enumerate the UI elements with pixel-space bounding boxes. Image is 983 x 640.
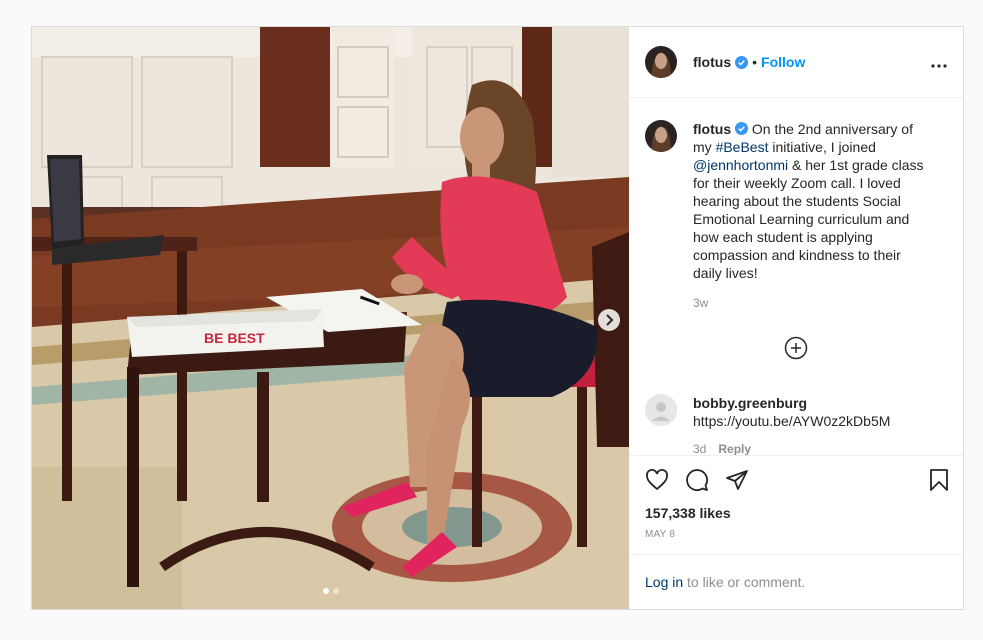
comment-meta: 3d Reply: [693, 442, 947, 455]
caption-body-2: initiative, I joined: [768, 139, 876, 155]
comment-icon[interactable]: [685, 468, 709, 492]
post-photo[interactable]: BE BEST: [32, 27, 629, 609]
hashtag-link[interactable]: #BeBest: [716, 139, 769, 155]
caption: flotus On the 2nd anniversary of my #BeB…: [645, 120, 947, 282]
caption-avatar[interactable]: [645, 120, 677, 152]
heart-icon[interactable]: [645, 468, 669, 492]
caption-text: flotus On the 2nd anniversary of my #BeB…: [693, 120, 933, 282]
login-prompt-text: to like or comment.: [683, 574, 806, 590]
author-avatar[interactable]: [645, 46, 677, 78]
comment-timestamp[interactable]: 3d: [693, 442, 706, 455]
comments-section[interactable]: flotus On the 2nd anniversary of my #BeB…: [629, 98, 963, 455]
commenter-avatar[interactable]: [645, 394, 677, 426]
comment-body: https://youtu.be/AYW0z2kDb5M: [693, 413, 891, 429]
reply-button[interactable]: Reply: [718, 442, 751, 455]
login-link[interactable]: Log in: [645, 574, 683, 590]
author-username[interactable]: flotus: [693, 54, 731, 70]
share-icon[interactable]: [725, 468, 749, 492]
photo-scene: BE BEST: [32, 27, 629, 609]
carousel-indicator: [32, 588, 629, 594]
verified-badge-icon: [735, 55, 749, 69]
comment-item: bobby.greenburg https://youtu.be/AYW0z2k…: [645, 394, 947, 430]
instagram-post: BE BEST flotus • Follow flotus On the 2n…: [31, 26, 964, 610]
follow-button[interactable]: Follow: [761, 54, 805, 70]
load-more-comments-icon: [784, 336, 808, 360]
photo-bag-text: BE BEST: [204, 330, 265, 346]
carousel-dot: [332, 588, 339, 594]
post-header: flotus • Follow: [629, 27, 963, 98]
comment-text: bobby.greenburg https://youtu.be/AYW0z2k…: [693, 394, 933, 430]
avatar-photo: [645, 46, 677, 78]
action-bar: [629, 455, 963, 503]
avatar-photo: [645, 120, 677, 152]
default-avatar-icon: [645, 394, 677, 426]
load-more-comments-button[interactable]: [645, 336, 947, 360]
mention-link[interactable]: @jennhortonmi: [693, 157, 788, 173]
verified-badge-icon: [735, 122, 748, 135]
caption-username[interactable]: flotus: [693, 121, 731, 137]
login-prompt: Log in to like or comment.: [629, 554, 963, 609]
header-separator: •: [752, 54, 758, 70]
more-options-icon[interactable]: [931, 52, 947, 73]
bookmark-icon[interactable]: [927, 468, 951, 492]
carousel-dot-active: [322, 588, 329, 594]
post-date[interactable]: MAY 8: [629, 529, 963, 540]
caption-body-3: & her 1st grade class for their weekly Z…: [693, 157, 924, 281]
commenter-username[interactable]: bobby.greenburg: [693, 395, 807, 411]
likes-count[interactable]: 157,338 likes: [629, 505, 963, 521]
post-side-panel: flotus • Follow flotus On the 2nd annive…: [629, 27, 963, 609]
chevron-right-icon: [606, 314, 614, 326]
next-photo-button[interactable]: [598, 309, 620, 331]
caption-timestamp[interactable]: 3w: [693, 296, 947, 310]
